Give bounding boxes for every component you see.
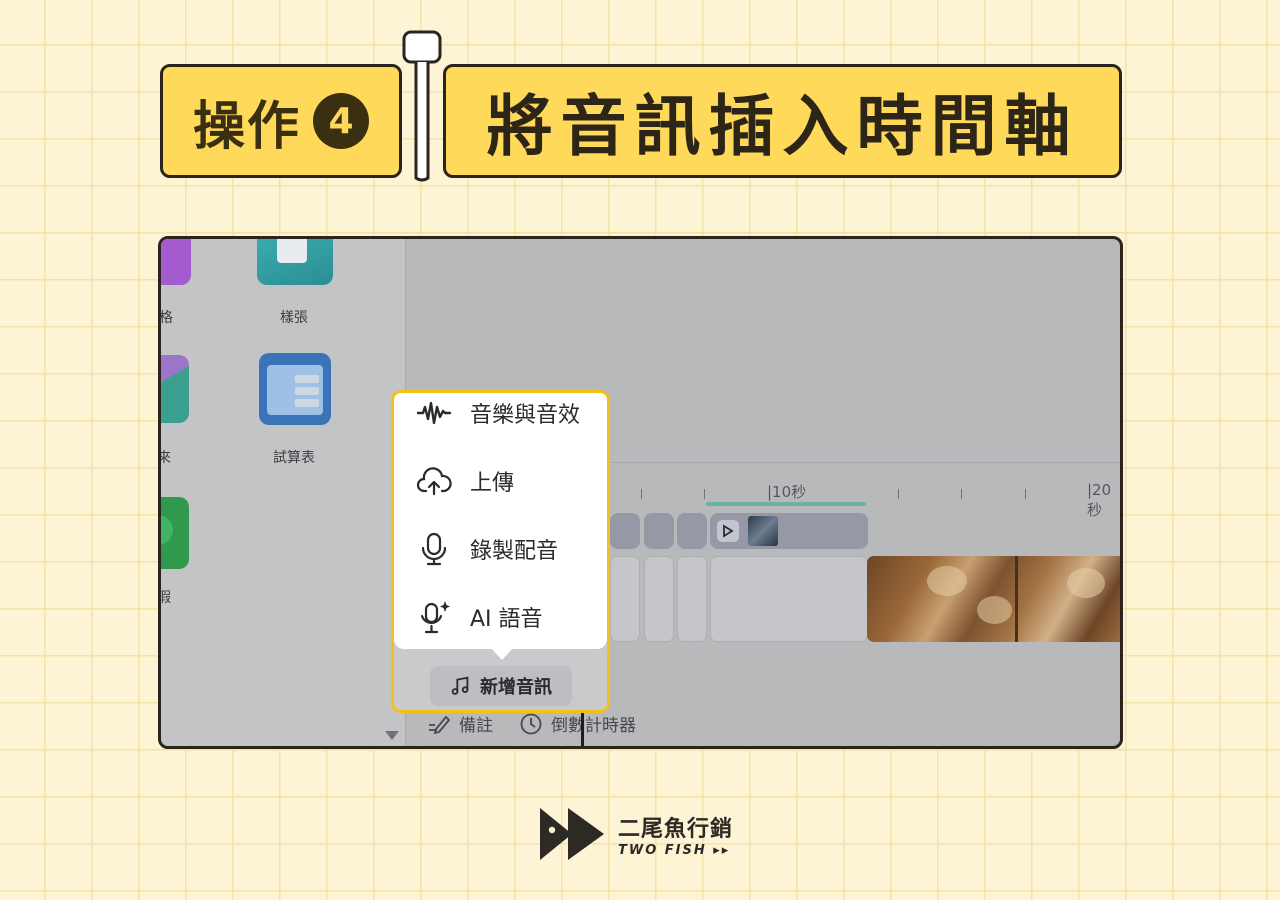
clip-block[interactable]: [710, 556, 868, 642]
ruler-tick: [704, 489, 705, 499]
panel-scroll-arrow-icon[interactable]: [385, 731, 399, 740]
app-tile-partial-teal[interactable]: [161, 355, 189, 423]
app-tile-partial-green[interactable]: [161, 497, 189, 569]
app-label-sticker-sheet: 樣張: [280, 310, 308, 326]
menu-item-music-effects[interactable]: 音樂與音效: [416, 393, 580, 433]
page-title: 將音訊插入時間軸: [486, 88, 1079, 165]
step-number: 4: [313, 93, 369, 149]
fish-logo-icon: [540, 808, 604, 860]
timer-label: 倒數計時器: [551, 716, 636, 736]
brand-subtitle: TWO FISH ▸▸: [618, 842, 731, 858]
app-label-partial-3: 瑕: [158, 590, 171, 606]
microphone-icon: [421, 532, 447, 566]
apps-panel: 格 樣張 來 試算表 瑕: [161, 239, 406, 746]
photo-highlight: [977, 596, 1012, 624]
menu-item-upload[interactable]: 上傳: [416, 461, 514, 501]
ruler-label-10s: |10秒: [767, 483, 807, 501]
clip-divider: [1015, 556, 1018, 642]
app-tile-partial-purple[interactable]: [161, 239, 191, 285]
step-badge: 操作 4: [160, 64, 402, 178]
ruler-tick: [898, 489, 899, 499]
add-audio-label: 新增音訊: [480, 677, 552, 698]
ruler-tick: [1025, 489, 1026, 499]
menu-item-record-voiceover[interactable]: 錄製配音: [416, 529, 558, 569]
menu-label-ai-voice: AI 語音: [470, 607, 543, 632]
add-audio-button[interactable]: 新增音訊: [430, 666, 572, 706]
menu-label-upload: 上傳: [470, 471, 515, 496]
page-thumb-chip[interactable]: [644, 513, 674, 549]
waveform-icon: [416, 401, 452, 425]
photo-highlight: [927, 566, 967, 596]
ai-voice-icon: [420, 601, 450, 634]
menu-label-record: 錄製配音: [470, 539, 559, 564]
screenshot-frame: 格 樣張 來 試算表 瑕 |10秒 |20秒 備註 倒數計時器 音樂與音效 上傳…: [158, 236, 1123, 749]
menu-item-ai-voice[interactable]: AI 語音: [416, 597, 543, 637]
brand-logo: 二尾魚行銷 TWO FISH ▸▸: [538, 806, 733, 862]
clip-block[interactable]: [677, 556, 707, 642]
ruler-tick: [641, 489, 642, 499]
clock-icon: [520, 713, 542, 734]
title-banner: 將音訊插入時間軸: [443, 64, 1122, 178]
clip-thumbnail: [748, 516, 778, 546]
ruler-tick: [961, 489, 962, 499]
spreadsheet-icon[interactable]: [259, 353, 331, 425]
music-note-icon: [451, 676, 469, 695]
pin-icon: [402, 30, 442, 182]
clip-block[interactable]: [644, 556, 674, 642]
transition-icon[interactable]: [716, 519, 740, 543]
sticker-sheet-icon[interactable]: [257, 239, 333, 285]
notes-button[interactable]: 備註: [427, 711, 493, 736]
menu-label-music: 音樂與音效: [470, 403, 581, 428]
app-label-partial-2: 來: [158, 450, 171, 466]
brand-name: 二尾魚行銷: [618, 816, 734, 842]
photo-highlight: [1067, 568, 1105, 598]
timeline-progress: [706, 502, 866, 506]
audio-menu: 音樂與音效 上傳 錄製配音 AI 語音: [394, 393, 607, 649]
pencil-lines-icon: [429, 715, 451, 734]
page-thumb-chip[interactable]: [610, 513, 640, 549]
app-label-partial-1: 格: [159, 310, 173, 326]
countdown-timer-button[interactable]: 倒數計時器: [519, 711, 636, 736]
app-label-spreadsheet: 試算表: [273, 450, 315, 466]
ruler-label-20s: |20秒: [1087, 481, 1112, 519]
step-label: 操作: [192, 96, 301, 157]
clip-block[interactable]: [610, 556, 640, 642]
page-thumb-chip[interactable]: [677, 513, 707, 549]
selected-track-chip[interactable]: [710, 513, 868, 549]
cloud-upload-icon: [416, 467, 452, 496]
notes-label: 備註: [459, 716, 493, 736]
video-clip-thumbnail[interactable]: [867, 556, 1120, 642]
popup-pointer: [490, 647, 514, 660]
audio-popup-highlight: 音樂與音效 上傳 錄製配音 AI 語音 新增音訊: [391, 390, 610, 713]
